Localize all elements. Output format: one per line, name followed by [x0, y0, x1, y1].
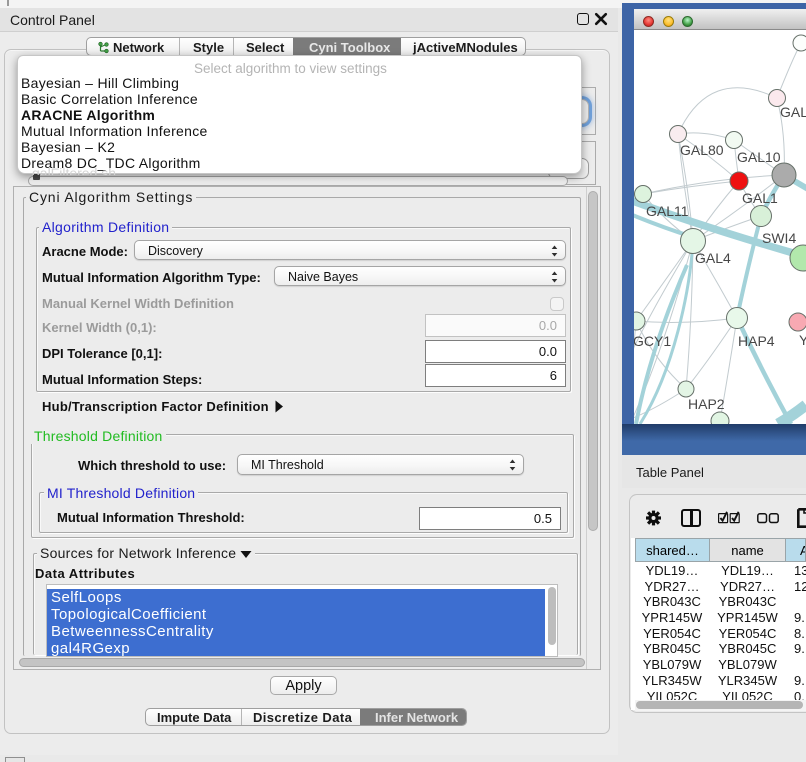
svg-text:GAL1: GAL1 — [742, 190, 778, 206]
svg-text:HAP4: HAP4 — [738, 333, 775, 349]
svg-text:GAL11: GAL11 — [646, 203, 689, 219]
svg-text:GCY1: GCY1 — [634, 333, 671, 349]
svg-text:GAL4: GAL4 — [695, 250, 731, 266]
svg-text:GAL10: GAL10 — [737, 149, 781, 165]
svg-text:HAP2: HAP2 — [688, 396, 725, 412]
svg-text:SWI4: SWI4 — [762, 230, 796, 246]
svg-text:GAL: GAL — [780, 104, 806, 120]
svg-text:Y: Y — [799, 332, 806, 348]
svg-text:GAL80: GAL80 — [680, 142, 724, 158]
